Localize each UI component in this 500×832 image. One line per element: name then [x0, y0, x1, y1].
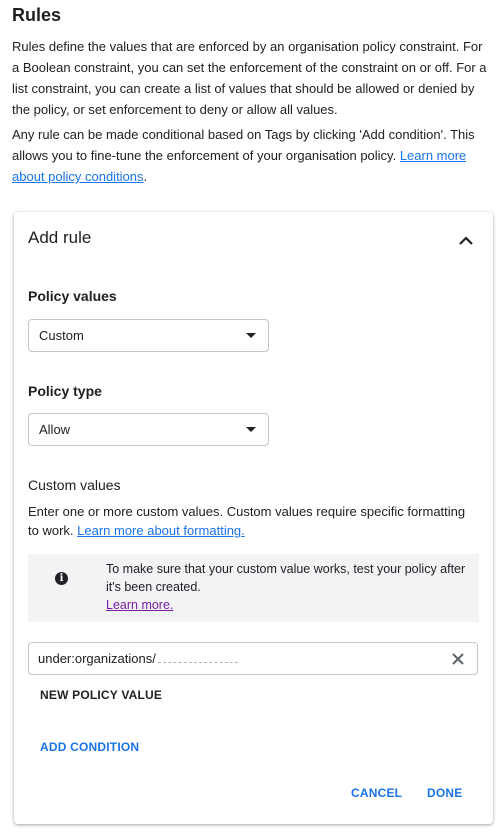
custom-value-input[interactable]: under:organizations/ [28, 642, 478, 675]
rules-description: Rules define the values that are enforce… [12, 39, 487, 117]
info-icon: i [55, 572, 68, 585]
policy-type-label: Policy type [28, 383, 102, 399]
done-button[interactable]: DONE [427, 786, 462, 800]
learn-more-formatting-link[interactable]: Learn more about formatting. [77, 523, 245, 538]
policy-type-selected: Allow [39, 422, 71, 437]
caret-down-icon [246, 427, 256, 432]
chevron-up-icon [459, 235, 473, 245]
custom-values-description: Enter one or more custom values. Custom … [28, 502, 468, 540]
info-learn-more-link[interactable]: Learn more. [106, 598, 173, 612]
card-title: Add rule [28, 228, 92, 247]
policy-values-select[interactable]: Custom [28, 319, 269, 352]
add-condition-button[interactable]: ADD CONDITION [40, 740, 139, 754]
custom-values-label: Custom values [28, 477, 121, 493]
condition-end: . [143, 169, 148, 184]
caret-down-icon [246, 333, 256, 338]
info-message: To make sure that your custom value work… [106, 560, 476, 614]
policy-values-label: Policy values [28, 288, 117, 304]
info-text: To make sure that your custom value work… [106, 562, 466, 594]
collapse-button[interactable] [454, 228, 478, 252]
redacted-value [157, 661, 238, 663]
close-icon[interactable] [449, 650, 467, 668]
new-policy-value-button[interactable]: NEW POLICY VALUE [40, 688, 162, 702]
rules-condition-text: Any rule can be made conditional based o… [12, 124, 488, 187]
cancel-button[interactable]: CANCEL [351, 786, 402, 800]
custom-value-text: under:organizations/ [38, 651, 156, 666]
policy-type-select[interactable]: Allow [28, 413, 269, 446]
rules-title: Rules [12, 5, 62, 25]
info-box: i To make sure that your custom value wo… [28, 554, 479, 622]
policy-values-selected: Custom [39, 328, 84, 343]
add-rule-card: Add rule Policy values Custom Policy typ… [14, 212, 493, 824]
